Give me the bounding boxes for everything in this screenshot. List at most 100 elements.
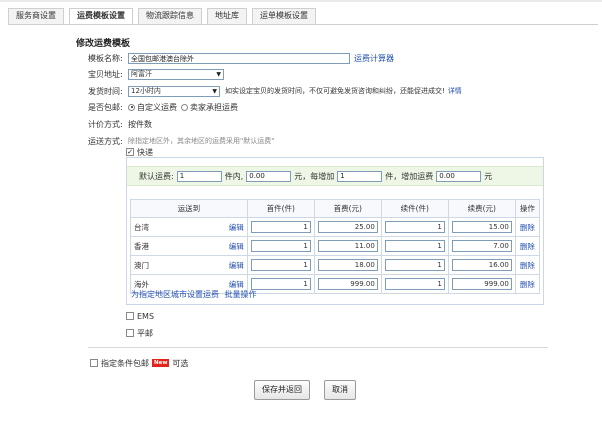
tab-divider — [8, 24, 598, 25]
surface-mail-row: 平邮 — [126, 327, 153, 339]
edit-region-link[interactable]: 编辑 — [229, 279, 244, 290]
table-header-row: 运送到 首件(件) 首费(元) 续件(件) 续费(元) 操作 — [130, 199, 541, 218]
next-fee-input[interactable]: 15.00 — [451, 221, 512, 233]
address-select-value: 阿富汗 — [131, 70, 152, 78]
table-row: 澳门 编辑 1 18.00 1 16.00 删除 — [130, 255, 541, 275]
next-fee-input[interactable]: 7.00 — [451, 240, 512, 252]
table-row: 台湾 编辑 1 25.00 1 15.00 删除 — [130, 217, 541, 237]
next-qty-input[interactable]: 1 — [384, 278, 445, 290]
ship-time-detail-link[interactable]: 详情 — [448, 86, 462, 96]
section-divider — [88, 347, 548, 348]
cancel-button[interactable]: 取消 — [324, 380, 356, 400]
ship-time-label: 发货时间: — [88, 86, 123, 96]
top-border — [0, 0, 602, 2]
col-first-qty: 首件(件) — [246, 199, 315, 218]
tab-address-book[interactable]: 地址库 — [207, 8, 247, 24]
default-add-qty-input[interactable]: 1 — [337, 170, 383, 182]
address-row: 宝贝地址: 阿富汗 ▼ — [88, 68, 224, 80]
ship-time-hint: 如实设定宝贝的发货时间，不仅可避免发货咨询和纠纷，还能促进成交! — [225, 87, 445, 95]
default-first-qty-input[interactable]: 1 — [176, 170, 222, 182]
ems-checkbox[interactable] — [126, 312, 134, 320]
custom-freight-radio[interactable] — [128, 103, 135, 111]
chevron-down-icon: ▼ — [216, 70, 221, 78]
ship-time-select-value: 12小时内 — [131, 87, 161, 95]
first-fee-input[interactable]: 25.00 — [317, 221, 378, 233]
first-fee-input[interactable]: 999.00 — [317, 278, 378, 290]
delete-row-link[interactable]: 删除 — [520, 280, 535, 289]
seller-pays-label: 卖家承担运费 — [190, 102, 238, 112]
optional-label: 可选 — [172, 358, 189, 368]
next-fee-input[interactable]: 16.00 — [451, 259, 512, 271]
shipping-method-label: 运送方式: — [88, 136, 123, 146]
ems-label: EMS — [137, 311, 155, 321]
free-shipping-label: 是否包邮: — [88, 102, 123, 112]
tab-logistics-tracking[interactable]: 物流跟踪信息 — [138, 8, 202, 24]
unit-add-label: 件，增加运费 — [385, 171, 434, 181]
tab-bar: 服务商设置 运费模板设置 物流跟踪信息 地址库 运单模板设置 — [8, 8, 321, 25]
default-freight-bar: 默认运费: 1 件内, 0.00 元，每增加 1 件，增加运费 0.00 元 — [127, 166, 543, 186]
conditional-free-label: 指定条件包邮 — [101, 358, 149, 368]
yuan-label: 元 — [484, 171, 493, 181]
tab-waybill-template[interactable]: 运单模板设置 — [252, 8, 316, 24]
next-fee-input[interactable]: 999.00 — [451, 278, 512, 290]
table-row: 香港 编辑 1 11.00 1 7.00 删除 — [130, 236, 541, 256]
pricing-row: 计价方式: 按件数 — [88, 118, 152, 130]
edit-region-link[interactable]: 编辑 — [229, 241, 244, 252]
freight-calculator-link[interactable]: 运费计算器 — [354, 53, 394, 64]
region-name: 台湾 — [134, 222, 149, 232]
save-and-return-button[interactable]: 保存并返回 — [254, 380, 310, 400]
batch-operation-link[interactable]: 批量操作 — [225, 290, 257, 299]
delete-row-link[interactable]: 删除 — [520, 242, 535, 251]
first-qty-input[interactable]: 1 — [250, 240, 311, 252]
ship-time-row: 发货时间: 12小时内 ▼ 如实设定宝贝的发货时间，不仅可避免发货咨询和纠纷，还… — [88, 85, 462, 97]
col-destination: 运送到 — [130, 199, 248, 218]
template-name-input[interactable]: 全国包邮港澳台除外 — [128, 52, 350, 64]
next-qty-input[interactable]: 1 — [384, 259, 445, 271]
edit-region-link[interactable]: 编辑 — [229, 222, 244, 233]
first-qty-input[interactable]: 1 — [250, 278, 311, 290]
conditional-free-checkbox[interactable] — [90, 359, 98, 367]
ship-time-select[interactable]: 12小时内 ▼ — [128, 85, 220, 97]
first-fee-input[interactable]: 18.00 — [317, 259, 378, 271]
tab-provider-settings[interactable]: 服务商设置 — [8, 8, 64, 24]
ems-row: EMS — [126, 310, 154, 322]
new-badge: New — [152, 359, 170, 367]
default-add-fee-input[interactable]: 0.00 — [436, 170, 482, 182]
region-rates-table: 运送到 首件(件) 首费(元) 续件(件) 续费(元) 操作 台湾 编辑 1 25… — [130, 199, 541, 294]
seller-pays-radio[interactable] — [181, 103, 188, 111]
shipping-method-row: 运送方式: 除指定地区外，其余地区的运费采用"默认运费" — [88, 135, 274, 147]
region-name: 海外 — [134, 279, 149, 289]
express-checkbox[interactable]: ✓ — [126, 148, 134, 156]
pricing-label: 计价方式: — [88, 119, 123, 129]
first-qty-input[interactable]: 1 — [250, 259, 311, 271]
first-fee-input[interactable]: 11.00 — [317, 240, 378, 252]
first-qty-input[interactable]: 1 — [250, 221, 311, 233]
unit-within-label: 件内, — [224, 171, 244, 181]
set-region-freight-link[interactable]: 为指定地区城市设置运费 — [131, 290, 219, 299]
yuan-each-label: 元，每增加 — [294, 171, 335, 181]
tab-freight-template[interactable]: 运费模板设置 — [69, 8, 133, 25]
custom-freight-label: 自定义运费 — [137, 102, 177, 112]
express-label: 快递 — [137, 147, 153, 157]
default-freight-label: 默认运费: — [139, 171, 174, 181]
region-name: 澳门 — [134, 260, 149, 270]
panel-footer: 为指定地区城市设置运费 批量操作 — [131, 289, 257, 300]
address-label: 宝贝地址: — [88, 69, 123, 79]
next-qty-input[interactable]: 1 — [384, 240, 445, 252]
address-select[interactable]: 阿富汗 ▼ — [128, 68, 224, 80]
shipping-method-hint: 除指定地区外，其余地区的运费采用"默认运费" — [128, 137, 275, 145]
region-name: 香港 — [134, 241, 149, 251]
default-first-fee-input[interactable]: 0.00 — [246, 170, 292, 182]
col-next-fee: 续费(元) — [447, 199, 516, 218]
conditional-free-row: 指定条件包邮 New 可选 — [90, 357, 188, 369]
edit-region-link[interactable]: 编辑 — [229, 260, 244, 271]
delete-row-link[interactable]: 删除 — [520, 223, 535, 232]
surface-mail-checkbox[interactable] — [126, 329, 134, 337]
delete-row-link[interactable]: 删除 — [520, 261, 535, 270]
page-title: 修改运费模板 — [76, 39, 131, 49]
surface-mail-label: 平邮 — [137, 328, 153, 338]
template-name-label: 模板名称: — [88, 53, 123, 63]
next-qty-input[interactable]: 1 — [384, 221, 445, 233]
col-action: 操作 — [514, 199, 541, 218]
free-shipping-row: 是否包邮: 自定义运费 卖家承担运费 — [88, 101, 238, 113]
